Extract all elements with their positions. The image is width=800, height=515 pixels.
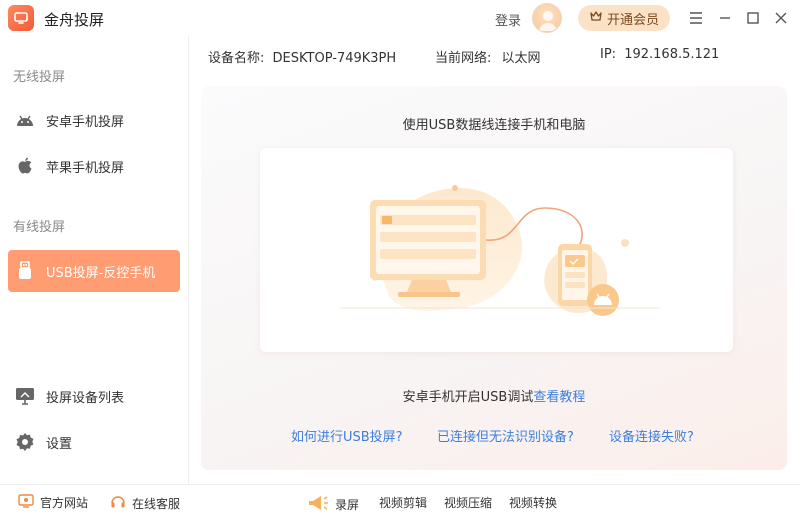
sidebar-item-android[interactable]: 安卓手机投屏: [8, 99, 180, 141]
avatar[interactable]: [532, 3, 562, 33]
vip-button[interactable]: 开通会员: [578, 5, 670, 31]
device-name: 设备名称: DESKTOP-749K3PH: [208, 51, 397, 66]
official-website-link[interactable]: 官方网站: [18, 494, 88, 511]
minimize-icon[interactable]: [715, 8, 735, 28]
sidebar-item-label: 设置: [46, 436, 73, 452]
sidebar-item-settings[interactable]: 设置: [8, 421, 180, 463]
device-info-bar: 设备名称: DESKTOP-749K3PH 当前网络: 以太网 IP: 192.…: [190, 36, 800, 74]
panel-title: 使用USB数据线连接手机和电脑: [402, 118, 586, 133]
website-icon: [18, 494, 34, 511]
usb-icon: [14, 260, 36, 282]
sidebar-item-apple[interactable]: 苹果手机投屏: [8, 145, 180, 187]
usb-connection-illustration: [260, 148, 733, 352]
menu-icon[interactable]: [686, 8, 706, 28]
app-logo-icon: [8, 5, 34, 31]
footer-bar: 官方网站 在线客服 录屏 视频剪辑 视频压缩 视频转换: [0, 484, 800, 515]
video-convert-link[interactable]: 视频转换: [509, 494, 557, 511]
main-panel: 使用USB数据线连接手机和电脑 安卓手机开启USB调试查看教程 如何进行USB投…: [201, 86, 787, 470]
close-icon[interactable]: [771, 8, 791, 28]
gear-icon: [14, 431, 36, 453]
ip-info: IP: 192.168.5.121: [600, 47, 720, 62]
illustration-graphic: [340, 185, 660, 316]
maximize-icon[interactable]: [743, 8, 763, 28]
online-support-link[interactable]: 在线客服: [110, 494, 180, 513]
megaphone-icon: [307, 494, 329, 515]
sidebar-item-label: 安卓手机投屏: [46, 114, 125, 130]
apple-icon: [14, 155, 36, 177]
view-tutorial-link[interactable]: 查看教程: [533, 390, 585, 405]
screen-record-link[interactable]: 录屏: [307, 494, 359, 515]
section-label-wireless: 无线投屏: [13, 70, 66, 85]
sidebar: 无线投屏 安卓手机投屏 苹果手机投屏 有线投屏 USB投屏-反控手机 投屏设备列…: [0, 36, 189, 484]
title-bar: 金舟投屏 登录 开通会员: [0, 0, 800, 36]
network-info: 当前网络: 以太网: [435, 51, 541, 66]
usb-debug-tip: 安卓手机开启USB调试查看教程: [402, 390, 586, 405]
faq-how-usb-cast-link[interactable]: 如何进行USB投屏?: [291, 426, 403, 445]
headset-icon: [110, 494, 126, 513]
video-compress-link[interactable]: 视频压缩: [444, 494, 492, 511]
monitor-icon: [14, 385, 36, 407]
sidebar-item-usb[interactable]: USB投屏-反控手机: [8, 250, 180, 292]
video-edit-link[interactable]: 视频剪辑: [379, 494, 427, 511]
crown-icon: [589, 9, 603, 27]
faq-device-not-recognized-link[interactable]: 已连接但无法识别设备?: [437, 426, 574, 445]
section-label-wired: 有线投屏: [13, 220, 66, 235]
sidebar-item-device-list[interactable]: 投屏设备列表: [8, 375, 180, 417]
android-icon: [14, 109, 36, 131]
sidebar-item-label: 苹果手机投屏: [46, 160, 125, 176]
login-link[interactable]: 登录: [495, 10, 521, 29]
app-title: 金舟投屏: [44, 11, 105, 29]
sidebar-item-label: 投屏设备列表: [46, 390, 125, 406]
vip-button-label: 开通会员: [606, 12, 659, 28]
faq-connection-failed-link[interactable]: 设备连接失败?: [609, 426, 694, 445]
sidebar-item-label: USB投屏-反控手机: [46, 265, 156, 281]
